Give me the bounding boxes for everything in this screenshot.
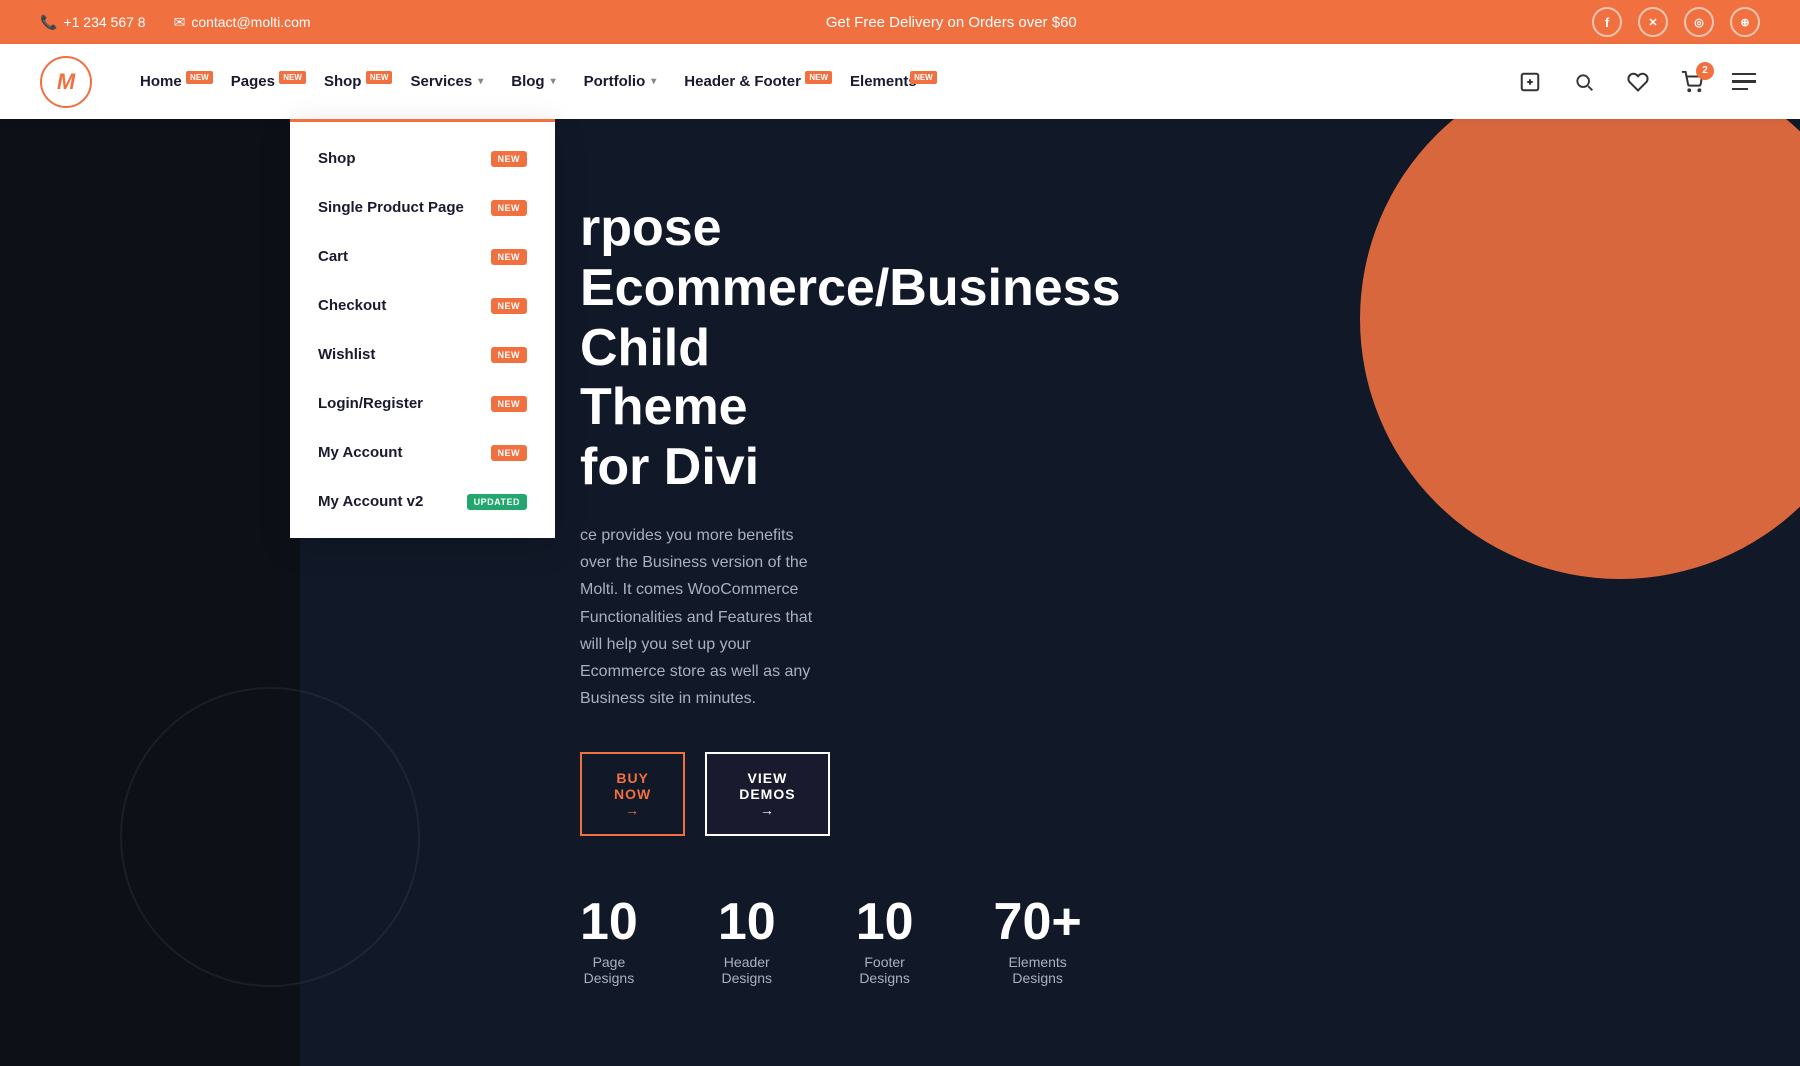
portfolio-chevron: ▾	[651, 76, 656, 87]
top-bar-contact: +1 234 567 8 contact@molti.com	[40, 14, 311, 31]
instagram-icon[interactable]: ◎	[1684, 7, 1714, 37]
blog-chevron: ▾	[551, 76, 556, 87]
nav-item-portfolio[interactable]: Portfolio ▾	[572, 65, 669, 98]
stat-page-designs: 10 Page Designs	[580, 896, 638, 986]
pages-new-badge: NEW	[279, 71, 306, 84]
dd-item-login-register[interactable]: Login/Register NEW	[290, 379, 555, 428]
nav-item-shop[interactable]: Shop NEW ▾	[312, 65, 395, 98]
hamburger-menu[interactable]	[1728, 69, 1760, 95]
nav-item-home[interactable]: Home NEW ▾	[128, 65, 215, 98]
dd-badge-checkout: NEW	[491, 298, 528, 314]
cart-button[interactable]: 2	[1674, 64, 1710, 100]
nav-item-pages[interactable]: Pages NEW ▾	[219, 65, 308, 98]
dd-item-cart[interactable]: Cart NEW	[290, 232, 555, 281]
nav-right-icons: 2	[1512, 64, 1760, 100]
email-icon	[174, 14, 186, 31]
dd-item-my-account[interactable]: My Account NEW	[290, 428, 555, 477]
nav-item-header-footer[interactable]: Header & Footer NEW ▾	[672, 65, 834, 98]
dd-item-single-product[interactable]: Single Product Page NEW	[290, 183, 555, 232]
dribbble-icon[interactable]: ⊕	[1730, 7, 1760, 37]
stat-elements-designs: 70+ Elements Designs	[994, 896, 1082, 986]
hero-section: rpose Ecommerce/Business Child Theme for…	[0, 119, 1800, 1066]
nav-item-elements[interactable]: Elements NEW	[838, 65, 939, 98]
dd-badge-single-product: NEW	[491, 200, 528, 216]
phone-contact[interactable]: +1 234 567 8	[40, 14, 146, 31]
top-bar: +1 234 567 8 contact@molti.com Get Free …	[0, 0, 1800, 44]
logo-letter: M	[57, 69, 75, 95]
hero-buttons: BUY NOW → VIEW DEMOS →	[580, 752, 820, 836]
dd-badge-shop: NEW	[491, 151, 528, 167]
promo-text: Get Free Delivery on Orders over $60	[826, 14, 1077, 31]
facebook-icon[interactable]: f	[1592, 7, 1622, 37]
shop-dropdown: Shop NEW Single Product Page NEW Cart NE…	[290, 119, 555, 538]
shop-new-badge: NEW	[366, 71, 393, 84]
dd-item-checkout[interactable]: Checkout NEW	[290, 281, 555, 330]
hero-stats: 10 Page Designs 10 Header Designs 10 Foo…	[580, 896, 820, 986]
hf-new-badge: NEW	[805, 71, 832, 84]
cart-count-badge: 2	[1696, 62, 1714, 80]
login-button[interactable]	[1512, 64, 1548, 100]
dd-badge-my-account-v2: UPDATED	[467, 494, 527, 510]
nav-item-services[interactable]: Services ▾	[398, 65, 495, 98]
elements-new-badge: NEW	[910, 71, 937, 84]
services-chevron: ▾	[478, 76, 483, 87]
dd-item-my-account-v2[interactable]: My Account v2 UPDATED	[290, 477, 555, 526]
dd-item-shop[interactable]: Shop NEW	[290, 134, 555, 183]
view-demos-button[interactable]: VIEW DEMOS →	[705, 752, 829, 836]
dd-badge-login-register: NEW	[491, 396, 528, 412]
phone-icon	[40, 14, 57, 31]
social-links: f ✕ ◎ ⊕	[1592, 7, 1760, 37]
wishlist-button[interactable]	[1620, 64, 1656, 100]
nav-item-blog[interactable]: Blog ▾	[499, 65, 567, 98]
nav-bar: M Home NEW ▾ Pages NEW ▾ Shop NEW ▾ Serv…	[0, 44, 1800, 119]
dd-badge-cart: NEW	[491, 249, 528, 265]
buy-now-button[interactable]: BUY NOW →	[580, 752, 685, 836]
email-contact[interactable]: contact@molti.com	[174, 14, 311, 31]
dd-item-wishlist[interactable]: Wishlist NEW	[290, 330, 555, 379]
dd-badge-my-account: NEW	[491, 445, 528, 461]
hero-title: rpose Ecommerce/Business Child Theme for…	[580, 199, 820, 498]
stat-footer-designs: 10 Footer Designs	[856, 896, 914, 986]
nav-items: Home NEW ▾ Pages NEW ▾ Shop NEW ▾ Servic…	[128, 65, 1512, 98]
search-button[interactable]	[1566, 64, 1602, 100]
hero-circle-decoration	[1360, 119, 1800, 579]
x-twitter-icon[interactable]: ✕	[1638, 7, 1668, 37]
stat-header-designs: 10 Header Designs	[718, 896, 776, 986]
hero-description: ce provides you more benefits over the B…	[580, 522, 820, 712]
dd-badge-wishlist: NEW	[491, 347, 528, 363]
home-new-badge: NEW	[186, 71, 213, 84]
logo[interactable]: M	[40, 56, 92, 108]
